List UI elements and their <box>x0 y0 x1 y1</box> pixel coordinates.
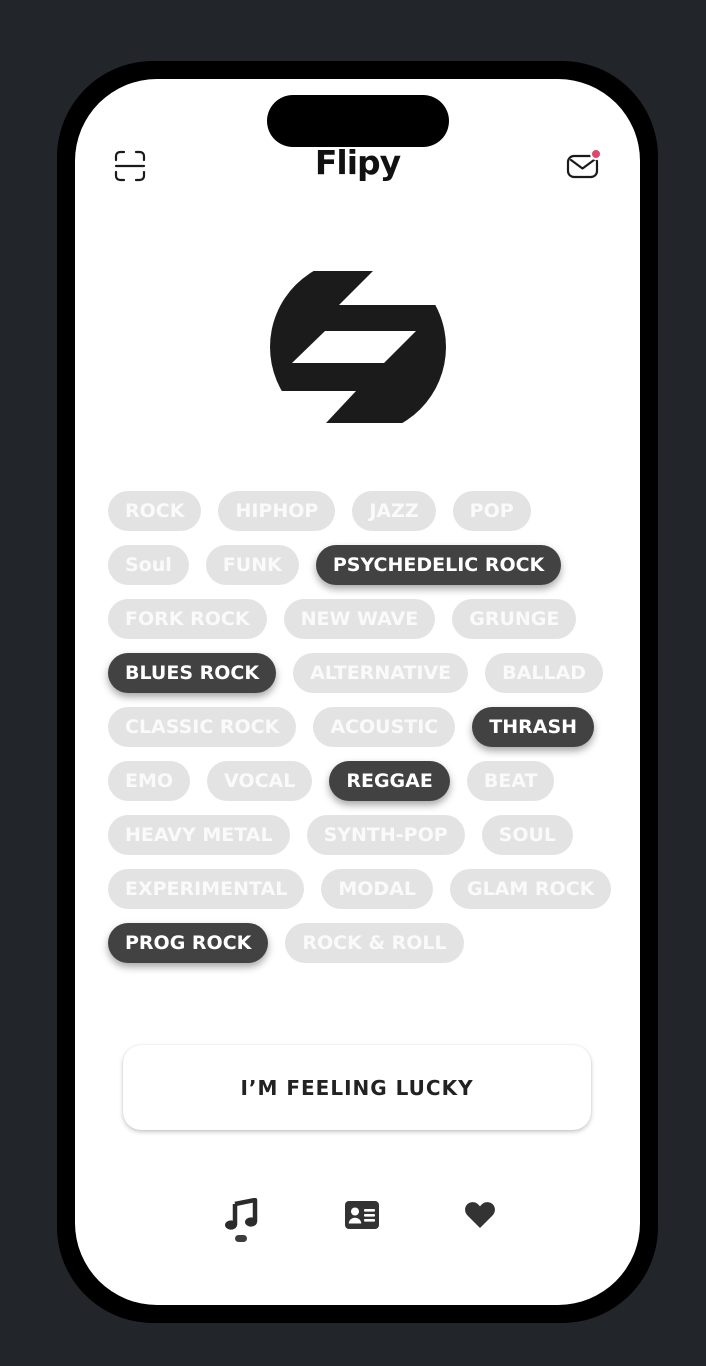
id-card-icon <box>345 1201 379 1229</box>
app-screen: Flipy ROCK HIPHOP JAZZ POP Soul FUNK PSYCHEDEL… <box>75 79 640 1305</box>
active-tab-indicator <box>235 1235 247 1242</box>
genre-tag[interactable]: ROCK <box>108 491 202 531</box>
genre-tag[interactable]: FORK ROCK <box>108 599 267 639</box>
nav-favorites[interactable] <box>460 1195 500 1235</box>
genre-tag-list: ROCK HIPHOP JAZZ POP Soul FUNK PSYCHEDELIC ROC… <box>108 491 613 963</box>
genre-tag[interactable]: GLAM ROCK <box>449 869 612 909</box>
genre-tag[interactable]: ACOUSTIC <box>313 707 456 747</box>
genre-tag[interactable]: SOUL <box>481 815 574 855</box>
notification-dot <box>590 148 602 160</box>
genre-tag[interactable]: HIPHOP <box>218 491 336 531</box>
nav-music[interactable] <box>221 1195 261 1235</box>
dynamic-island <box>267 95 449 147</box>
genre-tag[interactable]: EXPERIMENTAL <box>108 869 305 909</box>
heart-icon <box>465 1202 495 1228</box>
genre-tag[interactable]: EMO <box>108 761 191 801</box>
bottom-navigation <box>75 1195 640 1255</box>
genre-tag[interactable]: SYNTH-POP <box>306 815 465 855</box>
music-note-icon <box>225 1198 258 1230</box>
genre-tag[interactable]: NEW WAVE <box>283 599 436 639</box>
genre-tag[interactable]: JAZZ <box>352 491 436 531</box>
genre-tag[interactable]: BLUES ROCK <box>108 653 277 693</box>
mail-icon <box>566 148 602 179</box>
genre-tag[interactable]: Soul <box>108 545 189 585</box>
genre-tag[interactable]: CLASSIC ROCK <box>108 707 297 747</box>
genre-tag[interactable]: BALLAD <box>485 653 604 693</box>
genre-tag[interactable]: ROCK & ROLL <box>285 923 464 963</box>
genre-tag[interactable]: GRUNGE <box>452 599 577 639</box>
genre-tag[interactable]: FUNK <box>205 545 299 585</box>
flipy-logo <box>270 271 446 423</box>
genre-tag[interactable]: ALTERNATIVE <box>293 653 469 693</box>
genre-tag[interactable]: PSYCHEDELIC ROCK <box>315 545 562 585</box>
genre-tag[interactable]: REGGAE <box>329 761 450 801</box>
feeling-lucky-button[interactable]: I’M FEELING LUCKY <box>123 1045 591 1130</box>
genre-tag[interactable]: VOCAL <box>207 761 313 801</box>
genre-tag[interactable]: PROG ROCK <box>108 923 269 963</box>
genre-tag[interactable]: MODAL <box>321 869 433 909</box>
genre-tag[interactable]: POP <box>452 491 531 531</box>
inbox-button[interactable] <box>565 147 603 185</box>
app-title: Flipy <box>314 143 401 182</box>
genre-tag[interactable]: HEAVY METAL <box>108 815 290 855</box>
genre-tag[interactable]: BEAT <box>466 761 555 801</box>
genre-tag[interactable]: THRASH <box>472 707 595 747</box>
nav-profile[interactable] <box>342 1195 382 1235</box>
